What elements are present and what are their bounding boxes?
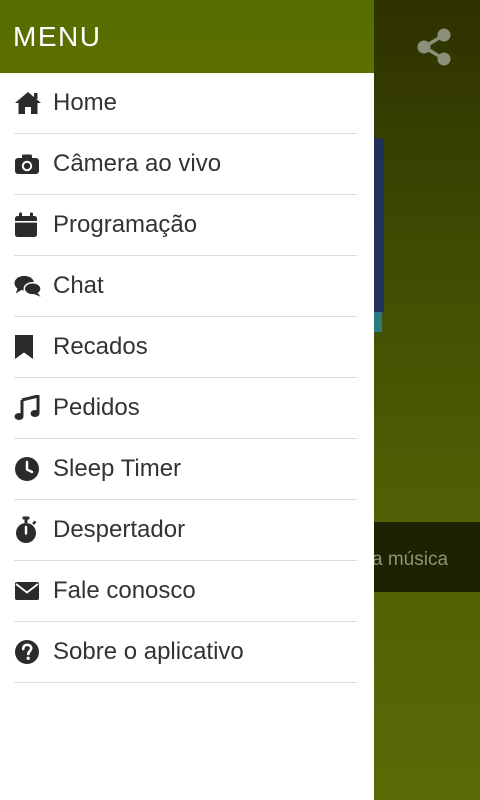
menu-item-contact[interactable]: Fale conosco [14, 561, 357, 622]
drawer-menu: Home Câmera ao vivo Programação Chat Rec… [0, 73, 374, 683]
menu-item-messages[interactable]: Recados [14, 317, 357, 378]
menu-item-label: Despertador [53, 516, 186, 543]
menu-item-label: Fale conosco [53, 577, 196, 604]
clock-icon [14, 455, 42, 483]
home-icon [14, 89, 42, 117]
menu-item-label: Pedidos [53, 394, 140, 421]
chat-icon [14, 272, 42, 300]
menu-item-label: Sleep Timer [53, 455, 182, 482]
menu-item-label: Recados [53, 333, 148, 360]
menu-item-label: Home [53, 89, 118, 116]
menu-item-label: Sobre o aplicativo [53, 638, 244, 665]
menu-item-schedule[interactable]: Programação [14, 195, 357, 256]
navigation-drawer: MENU Home Câmera ao vivo Programação Cha… [0, 0, 374, 800]
share-icon[interactable] [416, 28, 452, 66]
menu-item-about[interactable]: Sobre o aplicativo [14, 622, 357, 683]
menu-item-requests[interactable]: Pedidos [14, 378, 357, 439]
menu-item-home[interactable]: Home [14, 73, 357, 134]
drawer-header: MENU [0, 0, 374, 73]
player-bar-text: a música [372, 549, 449, 570]
menu-item-label: Câmera ao vivo [53, 150, 222, 177]
menu-item-label: Chat [53, 272, 104, 299]
envelope-icon [14, 577, 42, 605]
question-icon [14, 638, 42, 666]
music-icon [14, 394, 42, 422]
drawer-title: MENU [13, 20, 102, 52]
menu-item-chat[interactable]: Chat [14, 256, 357, 317]
calendar-icon [14, 211, 42, 239]
menu-item-alarm[interactable]: Despertador [14, 500, 357, 561]
stopwatch-icon [14, 516, 42, 544]
menu-item-sleep-timer[interactable]: Sleep Timer [14, 439, 357, 500]
menu-item-camera[interactable]: Câmera ao vivo [14, 134, 357, 195]
menu-item-label: Programação [53, 211, 198, 238]
bookmark-icon [14, 333, 42, 361]
camera-icon [14, 150, 42, 178]
